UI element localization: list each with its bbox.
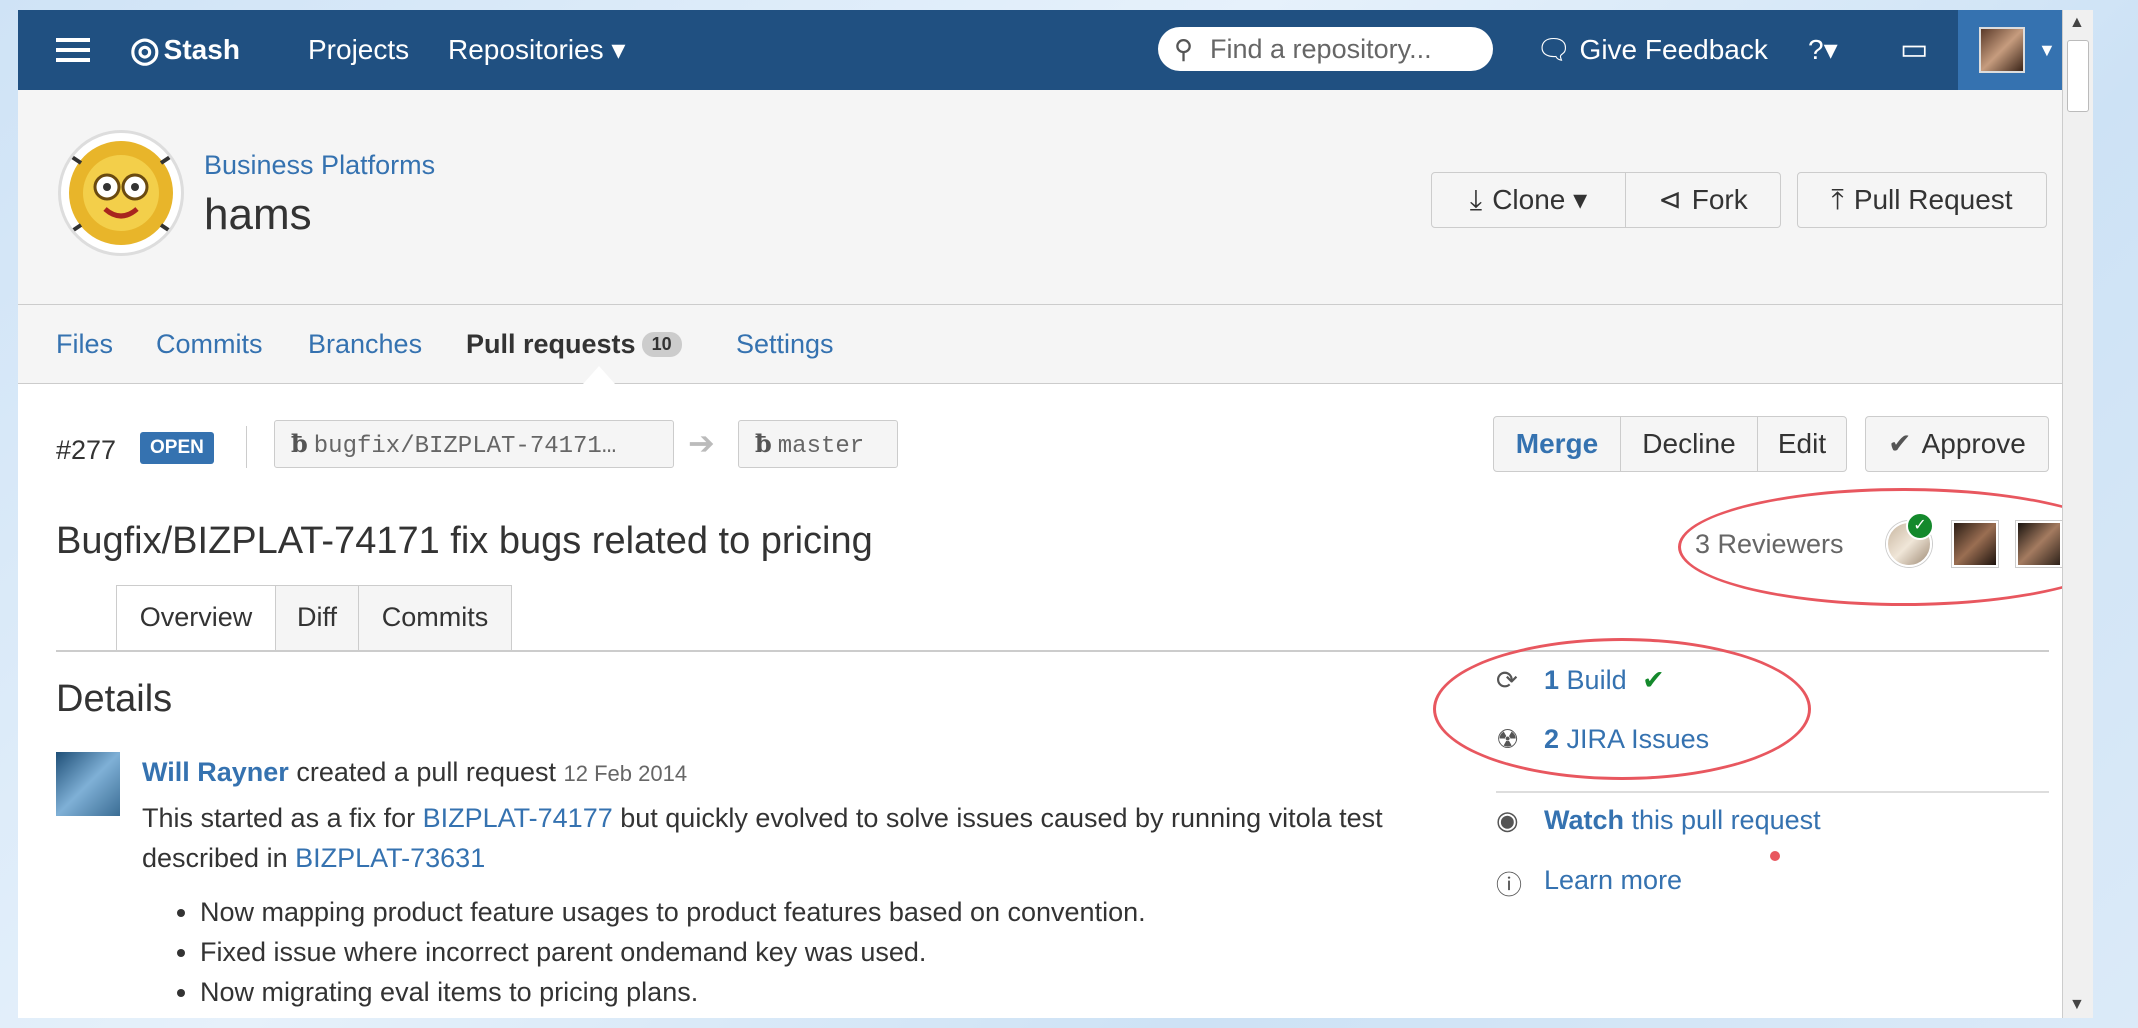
stash-logo-icon: ◎ <box>130 31 160 69</box>
give-feedback-link[interactable]: 🗨 Give Feedback <box>1536 10 1768 90</box>
annotation-circle <box>1678 488 2093 606</box>
vertical-scrollbar[interactable]: ▲ ▼ <box>2062 10 2093 1018</box>
watch-rest: this pull request <box>1631 805 1821 835</box>
activity-header: Will Rayner created a pull request 12 Fe… <box>142 752 1482 794</box>
jira-issue-link[interactable]: BIZPLAT-74177 <box>423 803 613 833</box>
list-item: Now mapping product feature usages to pr… <box>200 892 1482 932</box>
description-bullets: Now mapping product feature usages to pr… <box>142 892 1482 1012</box>
tab-pull-requests[interactable]: Pull requests 10 <box>466 329 682 360</box>
pull-request-description: This started as a fix for BIZPLAT-74177 … <box>142 798 1482 878</box>
repository-avatar <box>58 130 184 256</box>
learn-more-label: Learn more <box>1544 865 1683 895</box>
sidebar-divider <box>1496 791 2049 793</box>
approve-label: Approve <box>1921 428 2026 459</box>
give-feedback-label: Give Feedback <box>1579 34 1768 65</box>
tab-files[interactable]: Files <box>56 329 113 360</box>
jira-issue-link[interactable]: BIZPLAT-73631 <box>295 843 485 873</box>
scroll-up-icon[interactable]: ▲ <box>2069 14 2085 32</box>
tab-overview[interactable]: Overview <box>116 585 276 652</box>
activity-action: created a pull request <box>296 757 556 787</box>
branch-icon: ƀ <box>291 429 308 458</box>
tab-commits-pr[interactable]: Commits <box>358 585 512 651</box>
repository-name: hams <box>204 190 312 239</box>
activity-date: 12 Feb 2014 <box>563 761 688 786</box>
menu-icon[interactable] <box>56 10 92 90</box>
repository-nav: Files Commits Branches Pull requests 10 S… <box>18 305 2063 384</box>
nav-repositories[interactable]: Repositories ▾ <box>448 10 625 90</box>
target-branch-label: master <box>777 433 865 460</box>
decline-button[interactable]: Decline <box>1620 416 1758 472</box>
pull-request-label: Pull Request <box>1853 184 2013 215</box>
active-tab-pointer <box>583 366 615 384</box>
check-circle-icon: ✔ <box>1888 428 1912 459</box>
author-link[interactable]: Will Rayner <box>142 757 289 787</box>
fork-label: Fork <box>1691 184 1748 215</box>
clone-button[interactable]: ⤓ Clone ▾ <box>1431 172 1626 228</box>
details-heading: Details <box>56 678 173 720</box>
target-branch[interactable]: ƀ master <box>738 420 898 468</box>
annotation-circle <box>1433 638 1811 780</box>
nav-projects[interactable]: Projects <box>308 10 409 90</box>
watch-text: Watch this pull request <box>1544 805 1821 836</box>
annotation-dot <box>1770 851 1780 861</box>
repository-search-input[interactable]: ⚲ Find a repository... <box>1158 27 1493 71</box>
source-branch[interactable]: ƀ bugfix/BIZPLAT-74171… <box>274 420 674 468</box>
repository-header: Business Platforms hams ⤓ Clone ▾ ⊲ Fork ⤒… <box>18 90 2063 305</box>
divider <box>246 426 247 468</box>
upload-icon: ⤒ <box>1831 184 1844 215</box>
download-icon: ⤓ <box>1469 184 1483 215</box>
user-menu[interactable]: ▼ <box>1958 10 2070 90</box>
clone-label: Clone ▾ <box>1492 184 1588 215</box>
tab-branches[interactable]: Branches <box>308 329 422 360</box>
pull-request-title: Bugfix/BIZPLAT-74171 fix bugs related to… <box>56 520 873 562</box>
help-menu[interactable]: ?▾ <box>1808 10 1838 90</box>
watch-label: Watch <box>1544 805 1624 835</box>
stash-logo[interactable]: ◎ Stash <box>130 10 240 90</box>
list-item: Now migrating eval items to pricing plan… <box>200 972 1482 1012</box>
create-pull-request-button[interactable]: ⤒ Pull Request <box>1797 172 2047 228</box>
author-avatar[interactable] <box>56 752 120 816</box>
scroll-down-icon[interactable]: ▼ <box>2069 996 2085 1014</box>
fork-icon: ⊲ <box>1658 184 1682 215</box>
global-header: ◎ Stash Projects Repositories ▾ ⚲ Find a… <box>18 10 2093 90</box>
tab-pull-requests-label: Pull requests <box>466 329 636 359</box>
arrow-right-icon: ➔ <box>688 425 715 461</box>
list-item: Fixed issue where incorrect parent ondem… <box>200 932 1482 972</box>
project-link[interactable]: Business Platforms <box>204 150 435 181</box>
description-text-1: This started as a fix for <box>142 803 416 833</box>
edit-button[interactable]: Edit <box>1757 416 1847 472</box>
browser-window: ◎ Stash Projects Repositories ▾ ⚲ Find a… <box>18 10 2093 1018</box>
tabs-divider <box>56 650 2049 652</box>
tab-settings[interactable]: Settings <box>736 329 834 360</box>
source-branch-label: bugfix/BIZPLAT-74171… <box>313 433 617 460</box>
tab-diff[interactable]: Diff <box>275 585 359 651</box>
merge-button[interactable]: Merge <box>1493 416 1621 472</box>
help-icon: ?▾ <box>1808 34 1838 65</box>
branch-icon: ƀ <box>755 429 772 458</box>
status-badge: OPEN <box>140 432 214 464</box>
tab-commits[interactable]: Commits <box>156 329 263 360</box>
scrollbar-thumb[interactable] <box>2067 40 2089 112</box>
pull-requests-count-badge: 10 <box>641 332 682 357</box>
inbox-icon[interactable]: ▭ <box>1900 10 1928 90</box>
chevron-down-icon: ▼ <box>2038 40 2056 60</box>
help-circle-icon: ⓘ <box>1496 870 1523 900</box>
activity-item: Will Rayner created a pull request 12 Fe… <box>142 752 1482 1012</box>
approve-button[interactable]: ✔ Approve <box>1865 416 2049 472</box>
stash-logo-text: Stash <box>163 34 240 65</box>
user-avatar <box>1979 27 2025 73</box>
search-icon: ⚲ <box>1174 34 1194 64</box>
eye-icon: ◉ <box>1496 805 1519 835</box>
fork-button[interactable]: ⊲ Fork <box>1625 172 1781 228</box>
pull-request-id: #277 <box>56 435 117 465</box>
search-placeholder: Find a repository... <box>1210 34 1432 64</box>
feedback-icon: 🗨 <box>1536 34 1572 65</box>
